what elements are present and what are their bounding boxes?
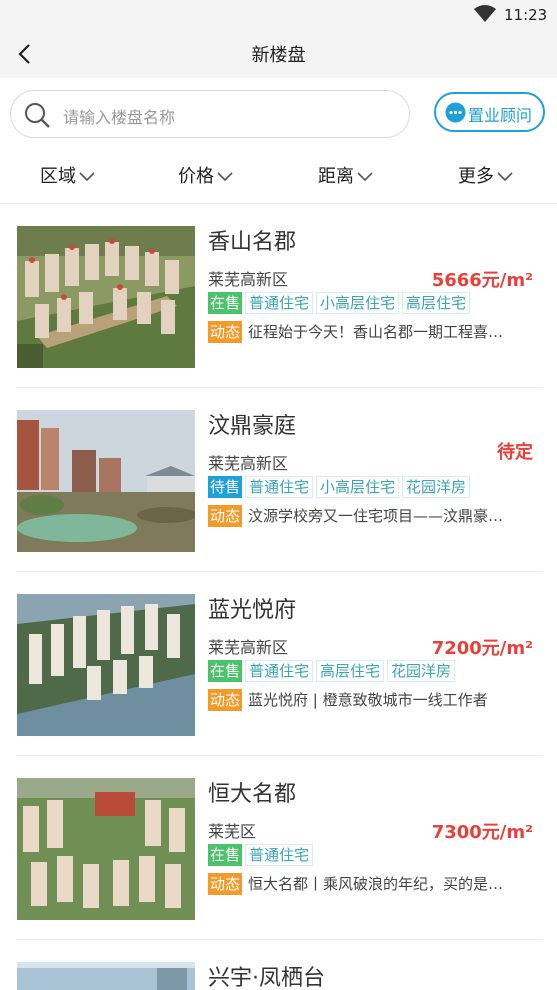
news-text: 蓝光悦府 | 橙意致敬城市一线工作者 [248,691,488,709]
listing-title: 汶鼎豪庭 [208,414,297,439]
filter-price[interactable]: 价格 [178,162,233,188]
search-row: 请输入楼盘名称 置业顾问 [0,78,557,148]
page-title: 新楼盘 [251,45,306,66]
type-tag: 小高层住宅 [316,292,400,314]
chevron-down-icon [357,172,373,182]
listing-tags: 待售 普通住宅 小高层住宅 花园洋房 [208,476,471,500]
news-badge: 动态 [208,321,243,343]
listing-item[interactable]: 汶鼎豪庭 莱芜高新区 待定 待售 普通住宅 小高层住宅 花园洋房 动态 汶源学校旁又一住… [0,388,557,572]
status-badge: 在售 [208,844,243,866]
news-badge: 动态 [208,873,243,895]
listing-photo [17,226,195,368]
news-text: 汶源学校旁又一住宅项目——汶鼎豪… [248,507,504,525]
listing-item[interactable]: 香山名郡 莱芜高新区 5666元/m² 在售 普通住宅 小高层住宅 高层住宅 动态 征程… [0,204,557,388]
status-badge: 在售 [208,660,243,682]
search-icon [25,103,50,128]
advisor-button[interactable]: 置业顾问 [434,92,545,132]
nav-bar: 新楼盘 [0,30,557,78]
type-tag: 普通住宅 [245,476,314,498]
filter-bar: 区域 价格 距离 更多 [0,148,557,204]
type-tag: 高层住宅 [402,292,471,314]
listing-title: 兴宇·凤栖台 [208,966,325,990]
listing-item[interactable]: 恒大名都 莱芜区 7300元/m² 在售 普通住宅 动态 恒大名都丨乘风破浪的年纪，… [0,756,557,940]
news-badge: 动态 [208,505,243,527]
advisor-label: 置业顾问 [468,106,533,125]
listing-photo [17,594,195,736]
listing-area: 莱芜高新区 [208,454,289,473]
type-tag: 普通住宅 [245,660,314,682]
filter-more[interactable]: 更多 [458,162,513,188]
filter-area[interactable]: 区域 [40,162,95,188]
type-tag: 普通住宅 [245,292,314,314]
listing-photo [17,962,195,990]
chevron-down-icon [497,172,513,182]
filter-label: 区域 [40,166,76,187]
listing-price: 7200元/m² [431,638,533,659]
listing-price: 7300元/m² [431,822,533,843]
news-text: 征程始于今天！香山名郡一期工程喜… [248,323,504,341]
listing-price: 5666元/m² [431,270,533,291]
listing-tags: 在售 普通住宅 [208,844,314,868]
listing-tags: 在售 普通住宅 高层住宅 花园洋房 [208,660,456,684]
wifi-icon [474,5,496,22]
chevron-down-icon [79,172,95,182]
listing-item[interactable]: 兴宇·凤栖台 [0,940,557,990]
news-badge: 动态 [208,689,243,711]
filter-label: 价格 [178,166,214,187]
type-tag: 高层住宅 [316,660,385,682]
listing-tags: 在售 普通住宅 小高层住宅 高层住宅 [208,292,471,316]
listing-news: 动态 蓝光悦府 | 橙意致敬城市一线工作者 [208,689,538,711]
listing-title: 香山名郡 [208,230,297,255]
filter-label: 更多 [458,166,494,187]
status-badge: 待售 [208,476,243,498]
listing-area: 莱芜区 [208,822,257,841]
listing-price: 待定 [497,442,533,463]
filter-distance[interactable]: 距离 [318,162,373,188]
type-tag: 花园洋房 [402,476,471,498]
listing-title: 恒大名都 [208,782,297,807]
listing-photo [17,778,195,920]
status-bar: 11:23 [0,0,557,30]
listing-area: 莱芜高新区 [208,270,289,289]
status-badge: 在售 [208,292,243,314]
status-time: 11:23 [504,6,548,24]
search-placeholder: 请输入楼盘名称 [63,108,176,127]
search-input[interactable]: 请输入楼盘名称 [10,90,410,138]
chat-bubble-icon [445,102,466,123]
listing-photo [17,410,195,552]
type-tag: 普通住宅 [245,844,314,866]
news-text: 恒大名都丨乘风破浪的年纪，买的是… [248,875,504,893]
listing-item[interactable]: 蓝光悦府 莱芜高新区 7200元/m² 在售 普通住宅 高层住宅 花园洋房 动态 蓝光悦… [0,572,557,756]
listing-area: 莱芜高新区 [208,638,289,657]
chevron-down-icon [217,172,233,182]
filter-label: 距离 [318,166,354,187]
listing-title: 蓝光悦府 [208,598,297,623]
listing-news: 动态 汶源学校旁又一住宅项目——汶鼎豪… [208,505,538,527]
type-tag: 花园洋房 [387,660,456,682]
listing-news: 动态 恒大名都丨乘风破浪的年纪，买的是… [208,873,538,895]
listing-news: 动态 征程始于今天！香山名郡一期工程喜… [208,321,538,343]
type-tag: 小高层住宅 [316,476,400,498]
